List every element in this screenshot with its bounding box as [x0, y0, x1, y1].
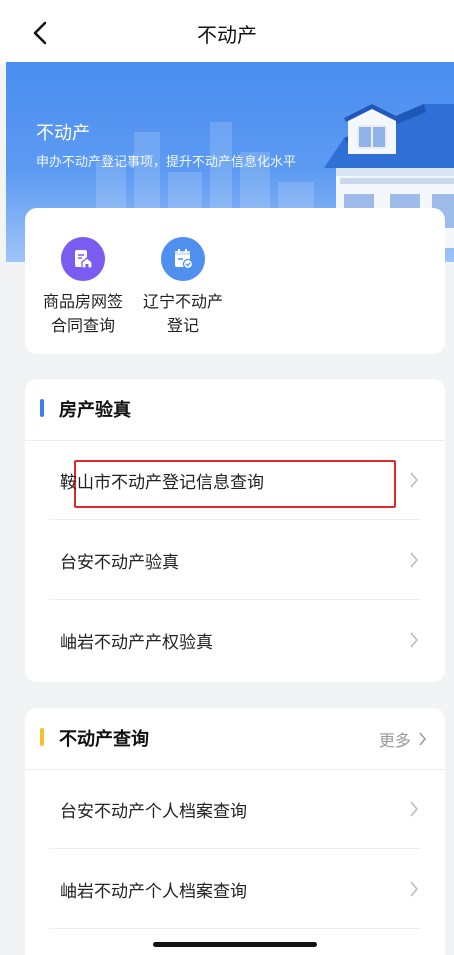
chevron-right-icon	[410, 801, 418, 817]
list-item-taian-verify[interactable]: 台安不动产验真	[49, 520, 421, 600]
list-item-label: 岫岩不动产产权验真	[60, 633, 213, 653]
house-document-icon	[61, 237, 105, 281]
navigation-bar: 不动产	[0, 0, 454, 64]
list-item-label: 鞍山市不动产登记信息查询	[60, 473, 264, 493]
query-section-card: 不动产查询 更多 台安不动产个人档案查询 岫岩不动产个人档案查询	[25, 708, 445, 955]
home-indicator[interactable]	[153, 942, 317, 947]
quick-item-contract-query[interactable]: 商品房网签 合同查询	[33, 208, 133, 348]
quick-item-liaoning-registration[interactable]: 辽宁不动产 登记	[133, 208, 233, 348]
list-item-label: 岫岩不动产个人档案查询	[60, 882, 247, 902]
verify-section-title: 房产验真	[59, 400, 131, 421]
section-accent-bar	[40, 399, 44, 417]
list-item-label: 台安不动产个人档案查询	[60, 802, 247, 822]
query-section-header: 不动产查询 更多	[25, 708, 445, 770]
quick-item-label: 辽宁不动产 登记	[142, 292, 223, 335]
list-item-taian-archive[interactable]: 台安不动产个人档案查询	[49, 769, 421, 849]
quick-item-label: 商品房网签 合同查询	[42, 292, 123, 335]
chevron-right-icon	[419, 732, 426, 746]
calendar-check-icon	[161, 237, 205, 281]
list-item-xiuyan-verify[interactable]: 岫岩不动产产权验真	[49, 600, 421, 680]
page-title: 不动产	[197, 23, 257, 47]
section-accent-bar	[40, 728, 44, 746]
list-item-label: 台安不动产验真	[60, 553, 179, 573]
chevron-right-icon	[410, 632, 418, 648]
more-link[interactable]: 更多	[379, 727, 427, 751]
list-item-xiuyan-archive[interactable]: 岫岩不动产个人档案查询	[49, 849, 421, 929]
chevron-right-icon	[410, 552, 418, 568]
verify-section-card: 房产验真 鞍山市不动产登记信息查询 台安不动产验真 岫岩不动产产权验真	[25, 379, 445, 682]
verify-section-header: 房产验真	[25, 379, 445, 441]
query-section-title: 不动产查询	[59, 729, 149, 750]
chevron-right-icon	[410, 881, 418, 897]
chevron-right-icon	[410, 472, 418, 488]
list-item-anshan-query[interactable]: 鞍山市不动产登记信息查询	[49, 440, 421, 520]
quick-access-card: 商品房网签 合同查询 辽宁不动产 登记	[25, 208, 445, 354]
hero-title: 不动产	[36, 123, 90, 144]
hero-subtitle: 申办不动产登记事项，提升不动产信息化水平	[36, 155, 297, 170]
